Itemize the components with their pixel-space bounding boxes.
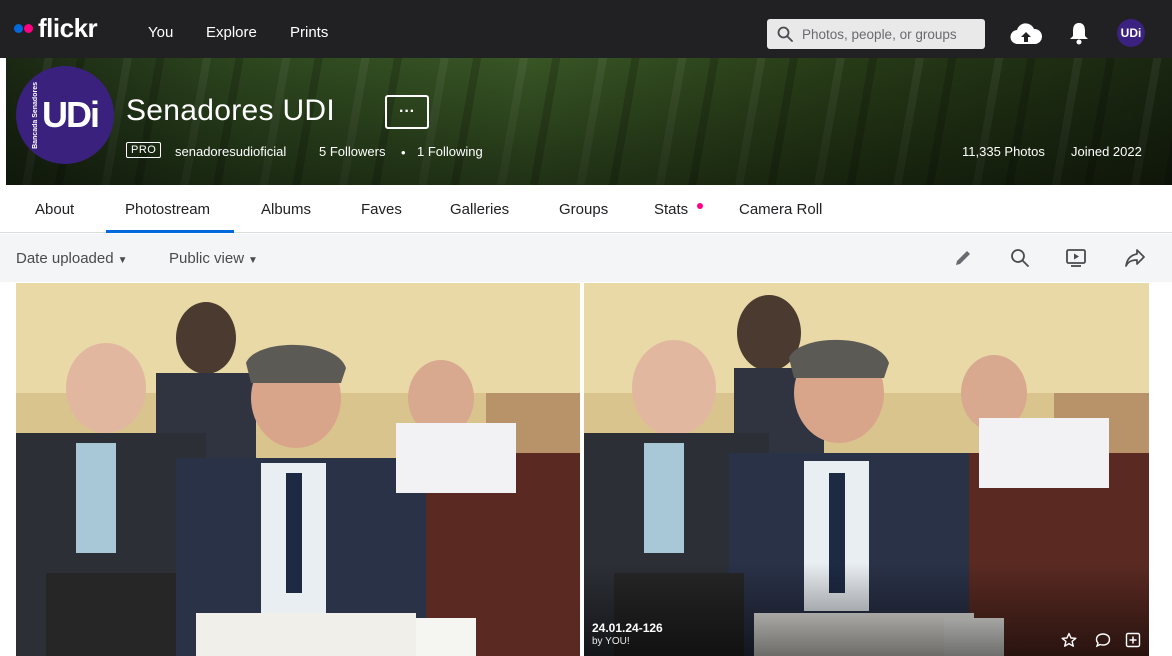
nav-link-explore[interactable]: Explore [206, 24, 257, 41]
photo-image [584, 283, 1149, 656]
flickr-logo[interactable]: flickr [14, 10, 98, 46]
tab-camera-roll[interactable]: Camera Roll [739, 201, 822, 218]
active-tab-indicator [106, 230, 234, 233]
comment-icon[interactable] [1095, 632, 1111, 648]
pro-badge: PRO [126, 142, 162, 158]
photo-caption[interactable]: 24.01.24-126 by YOU! [592, 621, 663, 647]
tab-albums[interactable]: Albums [261, 201, 311, 218]
search-icon [777, 26, 793, 42]
add-to-gallery-icon[interactable] [1125, 632, 1141, 648]
profile-avatar[interactable]: Bancada Senadores UDi [16, 66, 114, 164]
sort-dropdown[interactable]: Date uploaded ▼ [16, 250, 128, 267]
logo-text: flickr [38, 12, 98, 43]
upload-cloud-icon[interactable] [1010, 22, 1042, 46]
profile-title: Senadores UDI [126, 94, 336, 127]
tab-photostream[interactable]: Photostream [125, 201, 210, 218]
logo-pink-dot [24, 23, 33, 33]
tab-groups[interactable]: Groups [559, 201, 608, 218]
following-link[interactable]: 1 Following [417, 144, 483, 159]
avatar-text: UDi [42, 94, 100, 135]
share-icon[interactable] [1124, 248, 1146, 268]
stats-notification-dot [697, 203, 703, 209]
profile-username: senadoresudioficial [175, 144, 287, 159]
photo-author[interactable]: by YOU! [592, 636, 663, 647]
sort-label: Date uploaded [16, 250, 114, 267]
tab-stats[interactable]: Stats [654, 201, 688, 218]
photo-title[interactable]: 24.01.24-126 [592, 621, 663, 635]
user-avatar[interactable]: UDi [1117, 19, 1145, 47]
star-fave-icon[interactable] [1061, 632, 1077, 648]
chevron-down-icon: ▼ [117, 255, 128, 266]
logo-blue-dot [14, 23, 23, 33]
photo-image [16, 283, 580, 656]
chevron-down-icon: ▼ [248, 255, 258, 266]
nav-link-you[interactable]: You [148, 24, 173, 41]
tab-faves[interactable]: Faves [361, 201, 402, 218]
pencil-icon[interactable] [953, 248, 973, 268]
photostream-toolbar: Date uploaded ▼ Public view ▼ [0, 234, 1172, 282]
joined-date: Joined 2022 [1071, 144, 1142, 159]
search-box[interactable]: Photos, people, or groups [767, 19, 985, 49]
tab-about[interactable]: About [35, 201, 74, 218]
notifications-bell-icon[interactable] [1068, 21, 1090, 45]
view-dropdown[interactable]: Public view ▼ [169, 250, 258, 267]
photo-tile[interactable] [584, 283, 1149, 656]
nav-link-prints[interactable]: Prints [290, 24, 328, 41]
view-label: Public view [169, 250, 245, 267]
tab-galleries[interactable]: Galleries [450, 201, 509, 218]
more-options-button[interactable]: ··· [385, 95, 429, 129]
avatar-side-text: Bancada Senadores [32, 81, 39, 149]
separator-dot: • [401, 145, 406, 160]
search-icon[interactable] [1010, 248, 1030, 268]
slideshow-icon[interactable] [1065, 248, 1087, 268]
followers-link[interactable]: 5 Followers [319, 144, 385, 159]
top-navigation-bar: flickr You Explore Prints Photos, people… [0, 0, 1172, 58]
search-placeholder: Photos, people, or groups [802, 26, 957, 42]
photo-tile[interactable] [16, 283, 580, 656]
photos-count: 11,335 Photos [962, 144, 1045, 159]
profile-tabs: About Photostream Albums Faves Galleries… [0, 185, 1172, 233]
